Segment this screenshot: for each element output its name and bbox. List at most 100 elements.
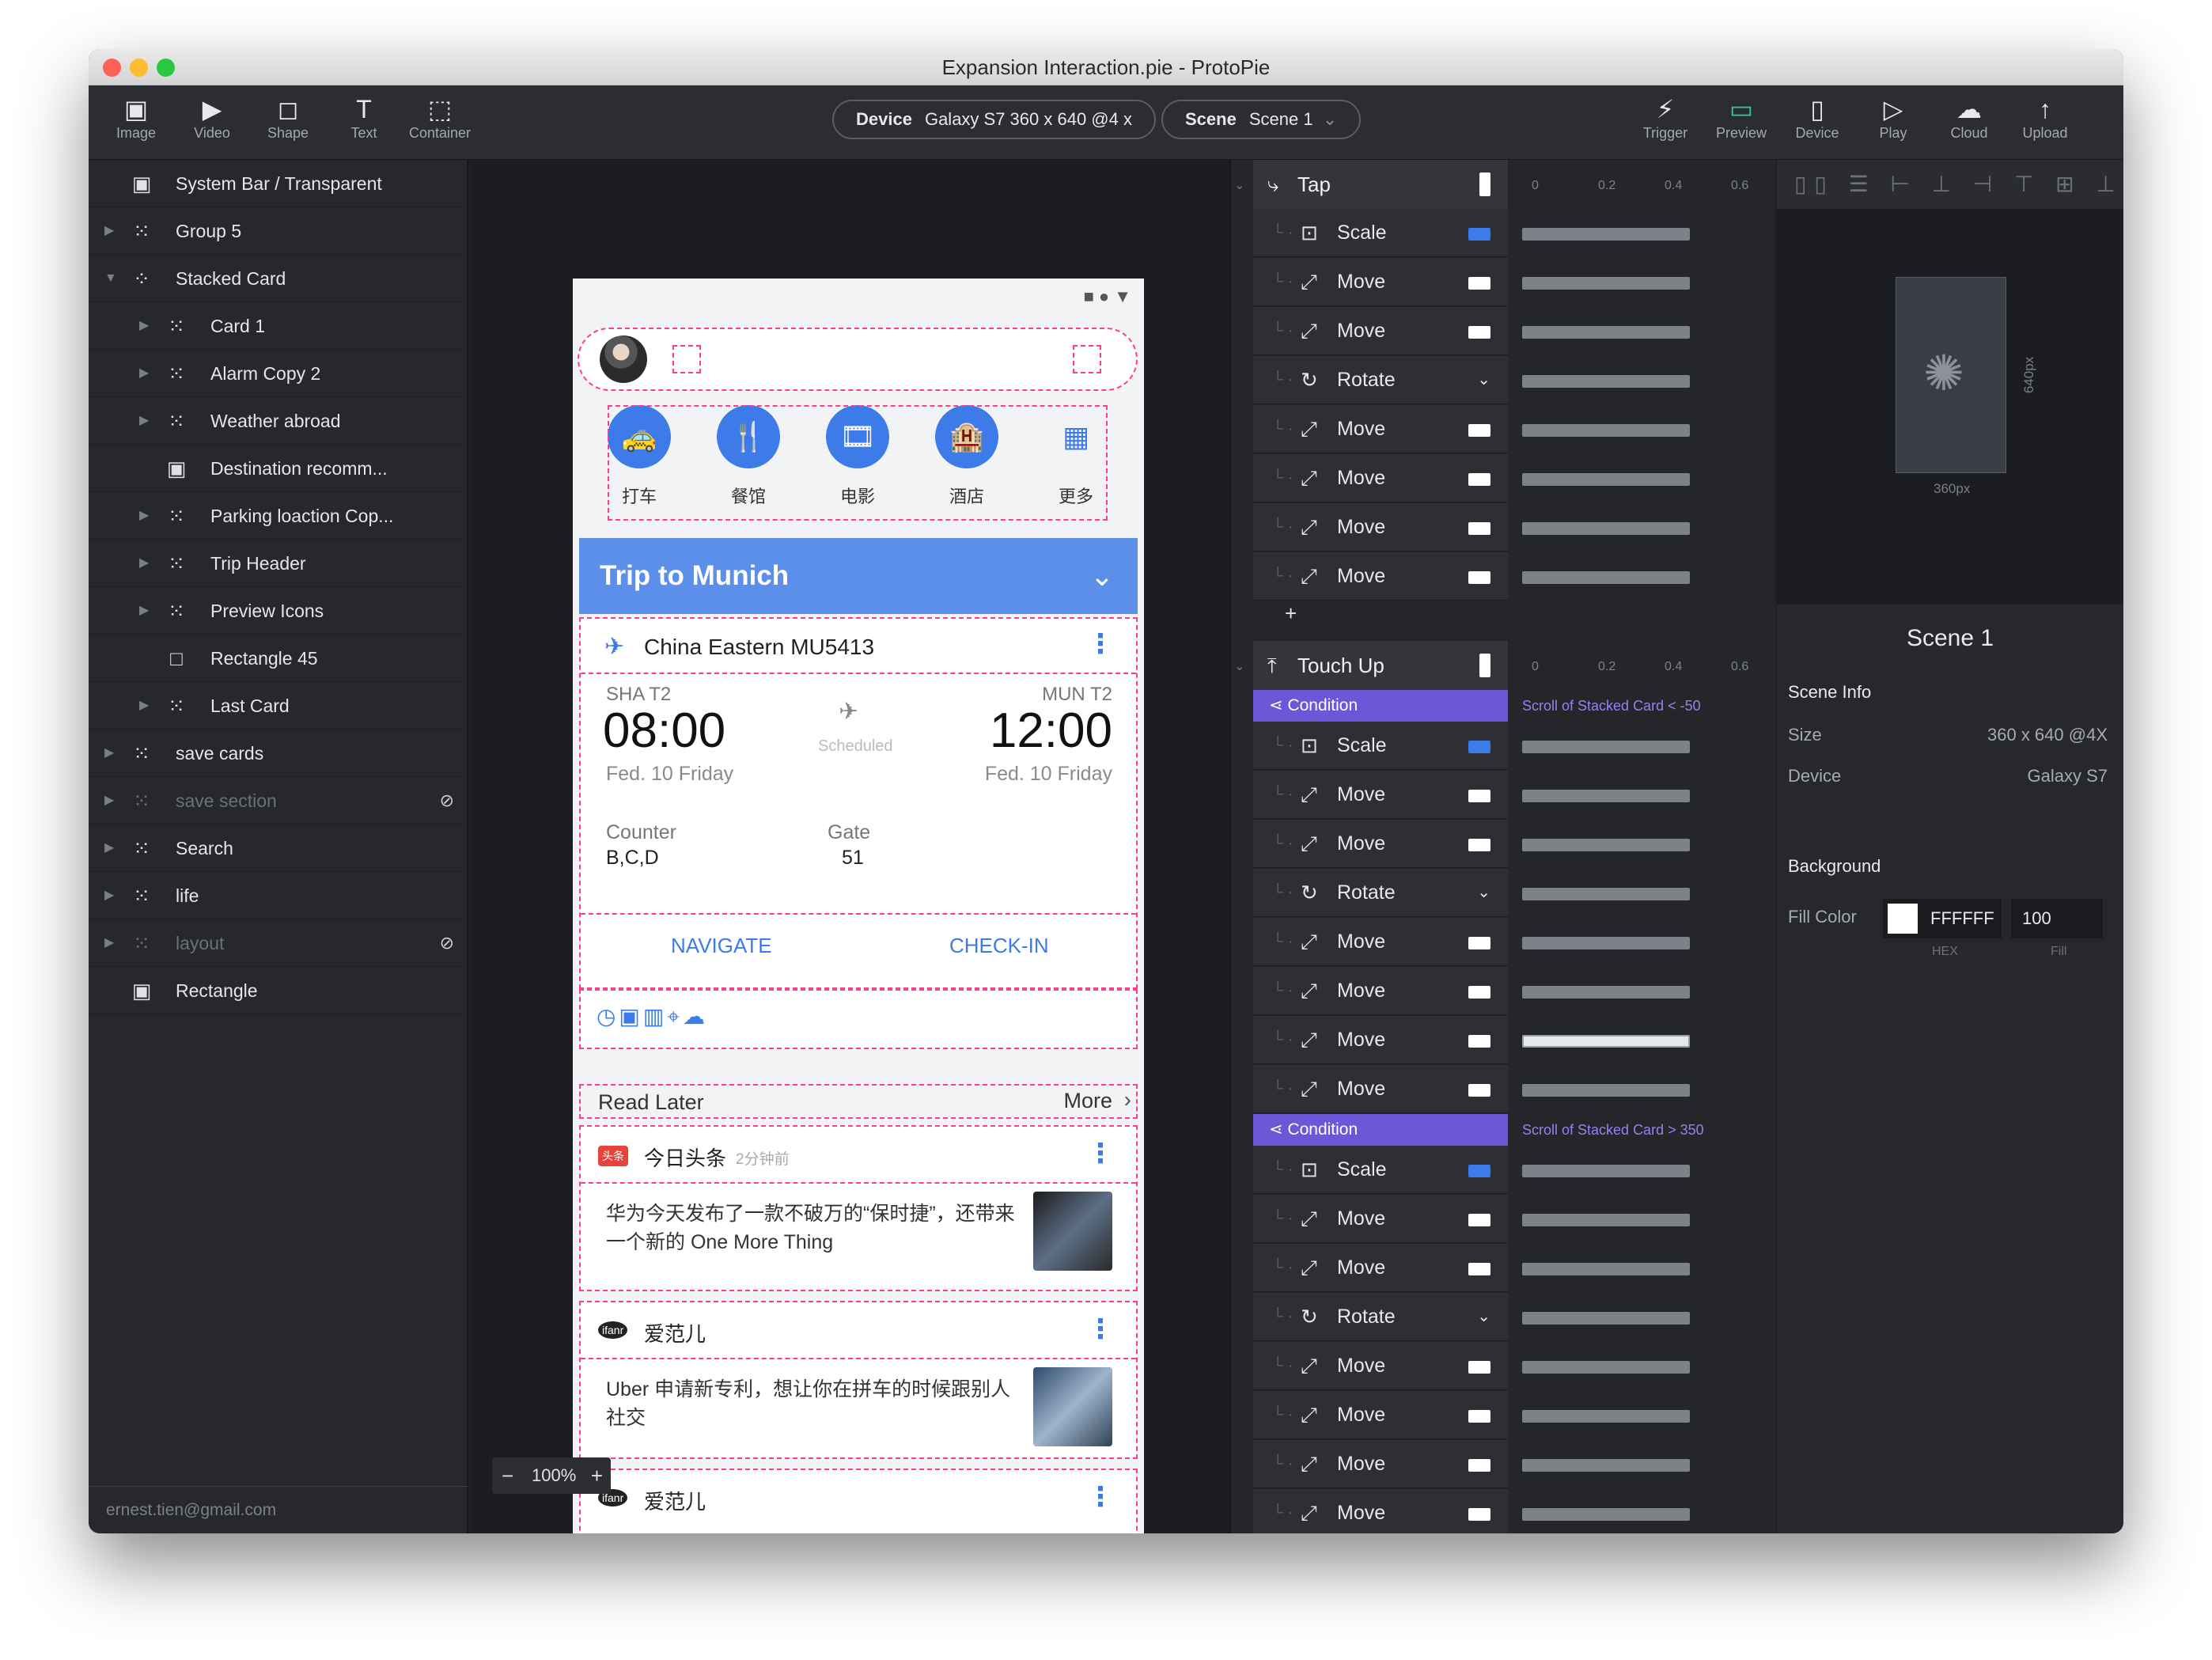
layer-row[interactable]: ▶ ⁙ layout ⊘ bbox=[89, 919, 468, 967]
layer-row[interactable]: ▶ ⁙ Group 5 bbox=[89, 207, 468, 255]
response-move[interactable]: └ · ⤢ Move bbox=[1231, 405, 1777, 454]
add-response-button[interactable]: + bbox=[1285, 601, 1297, 626]
toolbar-shape-button[interactable]: ◻ Shape bbox=[248, 93, 328, 142]
mic-icon[interactable] bbox=[1073, 345, 1101, 373]
condition-row[interactable]: ⋖ Condition bbox=[1253, 1114, 1508, 1146]
chevron-right-icon[interactable]: › bbox=[1124, 1087, 1131, 1112]
timeline-bar[interactable] bbox=[1522, 986, 1690, 999]
more-link[interactable]: More bbox=[1063, 1089, 1112, 1113]
chevron-right-icon[interactable]: ▶ bbox=[139, 350, 149, 397]
preview-icons-row[interactable]: ◷▣▥⌖☁ bbox=[579, 989, 1138, 1049]
response-rotate[interactable]: └ · ↻ Rotate ⌄ bbox=[1231, 869, 1777, 918]
toolbar-image-button[interactable]: ▣ Image bbox=[97, 93, 176, 142]
layer-row[interactable]: ▣ Rectangle bbox=[89, 967, 468, 1014]
layer-row[interactable]: ▶ ⁙ Parking loaction Cop... bbox=[89, 492, 468, 540]
layer-row[interactable]: ▶ ⁙ Weather abroad bbox=[89, 397, 468, 445]
layer-row[interactable]: ▶ ⁙ Alarm Copy 2 bbox=[89, 350, 468, 397]
more-options-icon[interactable]: ⋮ bbox=[1087, 1138, 1114, 1169]
chevron-right-icon[interactable]: ▶ bbox=[104, 207, 114, 255]
trigger-tap[interactable]: ⌄ ⤷ Tap 0 0.2 0.4 0.6 bbox=[1231, 160, 1777, 209]
timeline-bar[interactable] bbox=[1522, 1214, 1690, 1226]
toolbar-video-button[interactable]: ▶ Video bbox=[172, 93, 252, 142]
device-selector[interactable]: Device Galaxy S7 360 x 640 @4 x bbox=[832, 100, 1156, 139]
hidden-eye-icon[interactable]: ⊘ bbox=[440, 919, 454, 967]
trip-header[interactable]: Trip to Munich ⌄ bbox=[579, 538, 1138, 614]
layer-row[interactable]: ▶ ⁙ Search bbox=[89, 824, 468, 872]
timeline-bar[interactable] bbox=[1522, 1084, 1690, 1097]
chevron-down-icon[interactable]: ⌄ bbox=[1090, 538, 1114, 614]
layer-row[interactable]: ▣ System Bar / Transparent bbox=[89, 160, 468, 207]
timeline-bar[interactable] bbox=[1522, 741, 1690, 753]
toolbar-device-button[interactable]: ▯ Device bbox=[1778, 93, 1857, 142]
response-move[interactable]: └ · ⤢ Move bbox=[1231, 1065, 1777, 1114]
timeline-bar[interactable] bbox=[1522, 1312, 1690, 1325]
chevron-right-icon[interactable]: ▶ bbox=[104, 824, 114, 872]
response-move[interactable]: └ · ⤢ Move bbox=[1231, 454, 1777, 503]
response-scale[interactable]: └ · ⊡ Scale bbox=[1231, 722, 1777, 771]
timeline-bar[interactable] bbox=[1522, 1165, 1690, 1177]
check-in-button[interactable]: CHECK-IN bbox=[949, 934, 1049, 958]
response-move[interactable]: └ · ⤢ Move bbox=[1231, 552, 1777, 601]
toolbar-upload-button[interactable]: ↑ Upload bbox=[2006, 93, 2085, 142]
response-move[interactable]: └ · ⤢ Move bbox=[1231, 1489, 1777, 1533]
timeline-bar[interactable] bbox=[1522, 1361, 1690, 1374]
timeline-bar[interactable] bbox=[1522, 277, 1690, 290]
chevron-down-icon[interactable]: ⌄ bbox=[1477, 1293, 1490, 1341]
scene-thumbnail[interactable]: ✺ bbox=[1896, 277, 2006, 473]
timeline-bar[interactable] bbox=[1522, 1263, 1690, 1275]
chevron-right-icon[interactable]: ▶ bbox=[104, 730, 114, 777]
response-move[interactable]: └ · ⤢ Move bbox=[1231, 1195, 1777, 1244]
timeline-bar[interactable] bbox=[1522, 937, 1690, 949]
timeline-bar[interactable] bbox=[1522, 888, 1690, 900]
layer-row[interactable]: ▼ ⁘ Stacked Card bbox=[89, 255, 468, 302]
news-card[interactable]: ifanr 爱范儿 ⋮ bbox=[579, 1469, 1138, 1533]
news-card[interactable]: 头条 今日头条 2分钟前 ⋮ 华为今天发布了一款不破万的“保时捷”，还带来一个新的 On… bbox=[579, 1125, 1138, 1291]
response-move[interactable]: └ · ⤢ Move bbox=[1231, 1391, 1777, 1440]
chevron-right-icon[interactable]: ▶ bbox=[139, 302, 149, 350]
timeline-bar[interactable] bbox=[1522, 839, 1690, 851]
news-thumbnail[interactable] bbox=[1033, 1367, 1112, 1446]
search-bar[interactable] bbox=[578, 328, 1138, 391]
color-swatch[interactable] bbox=[1888, 904, 1918, 934]
opacity-input[interactable]: 100 bbox=[2011, 899, 2103, 938]
toolbar-trigger-button[interactable]: ⚡ Trigger bbox=[1626, 93, 1705, 142]
response-move[interactable]: └ · ⤢ Move bbox=[1231, 918, 1777, 967]
layer-row[interactable]: ▶ ⁙ save cards bbox=[89, 730, 468, 777]
timeline-bar[interactable] bbox=[1522, 571, 1690, 584]
response-rotate[interactable]: └ · ↻ Rotate ⌄ bbox=[1231, 356, 1777, 405]
response-move[interactable]: └ · ⤢ Move bbox=[1231, 1440, 1777, 1489]
layer-row[interactable]: ▶ ⁙ Trip Header bbox=[89, 540, 468, 587]
layer-row[interactable]: ▶ ⁙ life bbox=[89, 872, 468, 919]
chevron-right-icon[interactable]: ▶ bbox=[139, 492, 149, 540]
chevron-right-icon[interactable]: ▶ bbox=[139, 397, 149, 445]
news-thumbnail[interactable] bbox=[1033, 1192, 1112, 1271]
response-move[interactable]: └ · ⤢ Move bbox=[1231, 503, 1777, 552]
zoom-in-button[interactable]: + bbox=[591, 1457, 603, 1494]
layer-row[interactable]: ▶ ⁙ Last Card bbox=[89, 682, 468, 730]
response-move[interactable]: └ · ⤢ Move bbox=[1231, 771, 1777, 820]
chevron-down-icon[interactable]: ⌄ bbox=[1477, 869, 1490, 917]
trigger-touch-up[interactable]: ⌄ ⤒ Touch Up 0 0.2 0.4 0.6 bbox=[1231, 641, 1777, 690]
layer-row[interactable]: ▶ ⁙ Card 1 bbox=[89, 302, 468, 350]
chevron-right-icon[interactable]: ▶ bbox=[139, 587, 149, 635]
timeline-bar[interactable] bbox=[1522, 375, 1690, 388]
zoom-out-button[interactable]: − bbox=[502, 1457, 513, 1494]
navigate-button[interactable]: NAVIGATE bbox=[671, 934, 772, 958]
chevron-right-icon[interactable]: ▶ bbox=[104, 777, 114, 824]
chevron-down-icon[interactable]: ⌄ bbox=[1234, 658, 1244, 674]
chevron-right-icon[interactable]: ▶ bbox=[104, 872, 114, 919]
toolbar-play-button[interactable]: ▷ Play bbox=[1854, 93, 1933, 142]
zoom-control[interactable]: − 100% + bbox=[492, 1457, 611, 1494]
response-move[interactable]: └ · ⤢ Move bbox=[1231, 258, 1777, 307]
scan-icon[interactable] bbox=[672, 345, 701, 373]
timeline-bar[interactable] bbox=[1522, 1410, 1690, 1423]
hex-input[interactable]: FFFFFF bbox=[1883, 899, 2002, 938]
more-options-icon[interactable]: ⋮ bbox=[1087, 1481, 1114, 1513]
trigger-toggle[interactable] bbox=[1479, 654, 1490, 677]
response-move[interactable]: └ · ⤢ Move bbox=[1231, 307, 1777, 356]
response-scale[interactable]: └ · ⊡ Scale bbox=[1231, 1146, 1777, 1195]
news-card[interactable]: ifanr 爱范儿 ⋮ Uber 申请新专利，想让你在拼车的时候跟别人社交 bbox=[579, 1301, 1138, 1459]
scene-selector[interactable]: Scene Scene 1 ⌄ bbox=[1161, 100, 1362, 139]
toolbar-cloud-button[interactable]: ☁ Cloud bbox=[1930, 93, 2009, 142]
more-options-icon[interactable]: ⋮ bbox=[1087, 628, 1114, 660]
